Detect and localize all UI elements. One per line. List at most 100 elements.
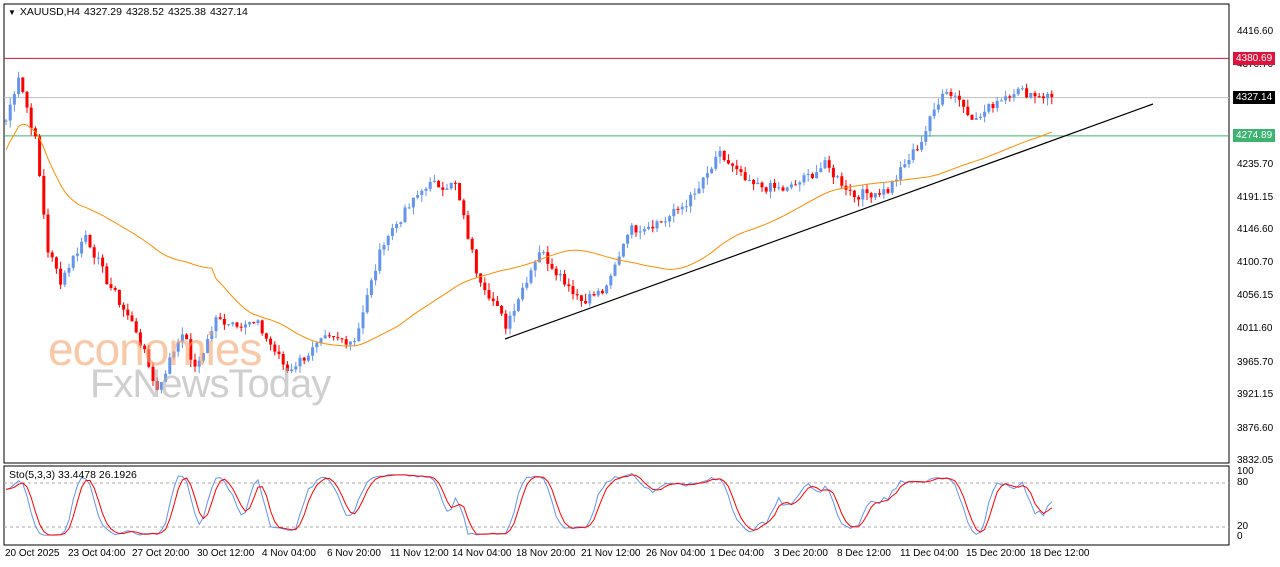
candle-body [521,287,525,300]
candle-body [920,141,924,150]
candle-body [869,193,873,198]
candle-body [432,180,436,182]
candle-body [25,91,29,108]
time-axis-label: 27 Oct 20:00 [132,548,190,559]
candle-body [932,109,936,117]
candle-body [378,249,382,271]
candle-body [781,187,785,191]
open-value: 4327.29 [84,6,122,18]
candle-body [529,270,533,283]
candle-body [537,252,541,263]
candle-body [806,173,810,176]
candle-body [113,287,117,290]
candle-body [886,189,890,193]
candle-body [651,226,655,229]
candle-body [277,351,281,355]
candle-body [462,200,466,216]
candle-body [395,224,399,229]
candle-body [659,221,663,223]
candle-body [67,267,71,273]
candle-body [59,268,63,285]
candle-body [1025,88,1029,98]
candle-body [130,315,134,322]
candle-body [571,286,575,295]
candle-body [122,304,126,310]
time-axis-label: 14 Nov 04:00 [452,548,512,559]
candle-body [466,215,470,239]
time-axis-label: 11 Dec 04:00 [900,548,959,559]
time-axis-label: 20 Oct 2025 [5,548,60,559]
candle-body [756,182,760,185]
candle-body [437,180,441,188]
candle-body [907,160,911,165]
candle-body [516,299,520,311]
candle-body [634,225,638,233]
price-axis-label: 4100.70 [1237,257,1274,268]
candle-body [109,284,113,288]
chart-canvas[interactable] [0,0,1280,567]
candle-body [760,182,764,188]
stochastic-label: Sto(5,3,3) 33.4478 26.1926 [9,469,137,481]
candle-body [705,173,709,178]
candle-body [999,100,1003,102]
candle-body [584,300,588,304]
candle-body [836,176,840,178]
candle-body [8,104,12,121]
time-axis-label: 1 Dec 04:00 [710,548,764,559]
candle-body [495,301,499,306]
candle-body [550,263,554,269]
candle-body [357,328,361,342]
candle-body [827,160,831,168]
candle-body [273,344,277,352]
candle-body [714,156,718,169]
candle-body [29,107,33,129]
candle-body [554,268,558,276]
candle-body [390,228,394,236]
candle-body [445,188,449,190]
time-axis-label: 18 Nov 20:00 [516,548,576,559]
candle-body [609,275,613,286]
candle-body [768,182,772,192]
candle-body [655,221,659,229]
candle-body [974,117,978,120]
time-axis-label: 30 Oct 12:00 [197,548,255,559]
dropdown-triangle-icon[interactable]: ▼ [8,8,16,17]
candle-body [105,266,109,285]
time-axis-label: 4 Nov 04:00 [262,548,316,559]
time-axis-label: 26 Nov 04:00 [646,548,706,559]
candle-body [420,190,424,196]
candle-body [512,310,516,316]
candle-body [747,179,751,181]
candle-body [697,188,701,194]
candle-body [63,272,67,285]
candle-body [374,270,378,281]
price-axis-label: 4146.60 [1237,224,1274,235]
price-axis-label: 3921.15 [1237,389,1274,400]
candle-body [71,255,75,268]
candle-body [4,120,8,122]
time-axis-label: 15 Dec 20:00 [966,548,1026,559]
candle-body [1020,88,1024,90]
candle-body [491,298,495,302]
price-axis-label: 4191.15 [1237,192,1274,203]
candle-body [701,177,705,189]
candle-body [332,335,336,338]
candle-body [726,160,730,164]
candle-body [684,206,688,208]
candle-body [605,285,609,294]
resistance-price-tag: 4380.69 [1233,52,1276,65]
candle-body [1012,94,1016,98]
candle-body [1033,92,1037,97]
candle-body [88,234,92,248]
candle-body [1008,96,1012,98]
candle-body [672,208,676,217]
time-axis-label: 3 Dec 20:00 [774,548,828,559]
close-value: 4327.14 [209,6,248,18]
time-axis-label: 21 Nov 12:00 [581,548,641,559]
candle-body [962,99,966,107]
candle-body [353,341,357,343]
candle-body [903,164,907,168]
candle-body [453,182,457,184]
candle-body [588,294,592,304]
current-price-tag: 4327.14 [1233,91,1276,104]
